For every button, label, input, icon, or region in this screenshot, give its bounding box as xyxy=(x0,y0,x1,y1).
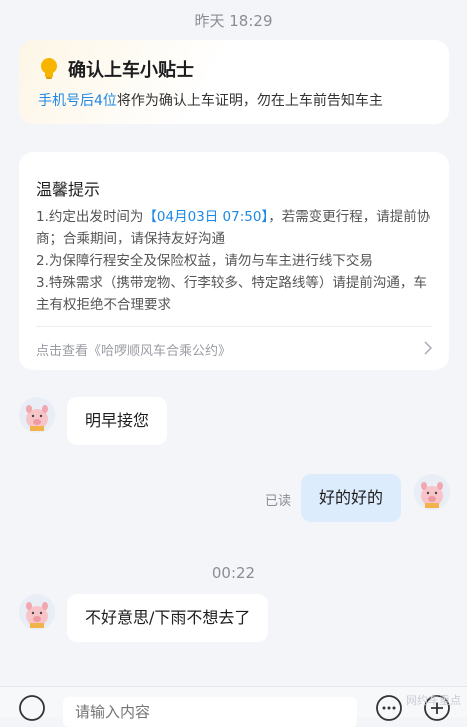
warm-body: 1.约定出发时间为【04月03日 07:50】，若需变更行程，请提前协商；合乘期… xyxy=(36,206,440,316)
reminder-line-2: 2.为保障行程安全及保险权益，请勿与车主进行线下交易 xyxy=(36,253,373,269)
carpool-rules-link[interactable]: 点击查看《哈啰顺风车合乘公约》 xyxy=(36,340,231,359)
avatar-driver[interactable] xyxy=(19,397,55,433)
line1-prefix: 1.约定出发时间为 xyxy=(36,209,144,225)
timestamp: 昨天 18:29 xyxy=(194,12,273,30)
tip-subtitle-highlight: 手机号后4位 xyxy=(38,93,117,109)
chevron-right-icon[interactable] xyxy=(423,339,433,357)
watermark: 网约车重点 xyxy=(406,694,461,707)
boarding-tip-card: 确认上车小贴士 手机号后4位将作为确认上车证明，勿在上车前告知车主 xyxy=(19,40,449,124)
more-options-icon[interactable] xyxy=(374,693,404,723)
divider xyxy=(36,326,432,327)
input-bar xyxy=(0,686,467,727)
departure-time: 【04月03日 07:50】 xyxy=(143,209,269,225)
avatar-driver[interactable] xyxy=(19,594,55,630)
tip-subtitle-rest: 将作为确认上车证明，勿在上车前告知车主 xyxy=(116,93,383,109)
read-status: 已读 xyxy=(265,494,292,509)
message-bubble-sent[interactable]: 好的好的 xyxy=(301,474,402,522)
pig-avatar-icon xyxy=(19,594,55,630)
tip-subtitle: 手机号后4位将作为确认上车证明，勿在上车前告知车主 xyxy=(38,90,383,110)
voice-icon[interactable] xyxy=(17,693,47,723)
message-input[interactable] xyxy=(63,697,357,727)
reminder-line-1: 1.约定出发时间为【04月03日 07:50】，若需变更行程，请提前协商；合乘期… xyxy=(36,206,440,250)
avatar-self[interactable] xyxy=(414,474,450,510)
message-input-box[interactable] xyxy=(63,697,357,727)
message-bubble-received[interactable]: 不好意思/下雨不想去了 xyxy=(67,594,269,642)
lightbulb-icon xyxy=(41,58,57,79)
tip-title-row: 确认上车小贴士 xyxy=(38,56,194,82)
tip-title: 确认上车小贴士 xyxy=(68,60,194,81)
warm-reminder-card: 温馨提示 1.约定出发时间为【04月03日 07:50】，若需变更行程，请提前协… xyxy=(19,152,449,370)
reminder-line-3: 3.特殊需求（携带宠物、行李较多、特定路线等）请提前沟通，车主有权拒绝不合理要求 xyxy=(36,275,427,313)
pig-avatar-icon xyxy=(19,397,55,433)
pig-avatar-icon xyxy=(414,474,450,510)
message-bubble-received[interactable]: 明早接您 xyxy=(67,397,168,445)
warm-title: 温馨提示 xyxy=(36,180,101,199)
timestamp: 00:22 xyxy=(211,564,256,582)
